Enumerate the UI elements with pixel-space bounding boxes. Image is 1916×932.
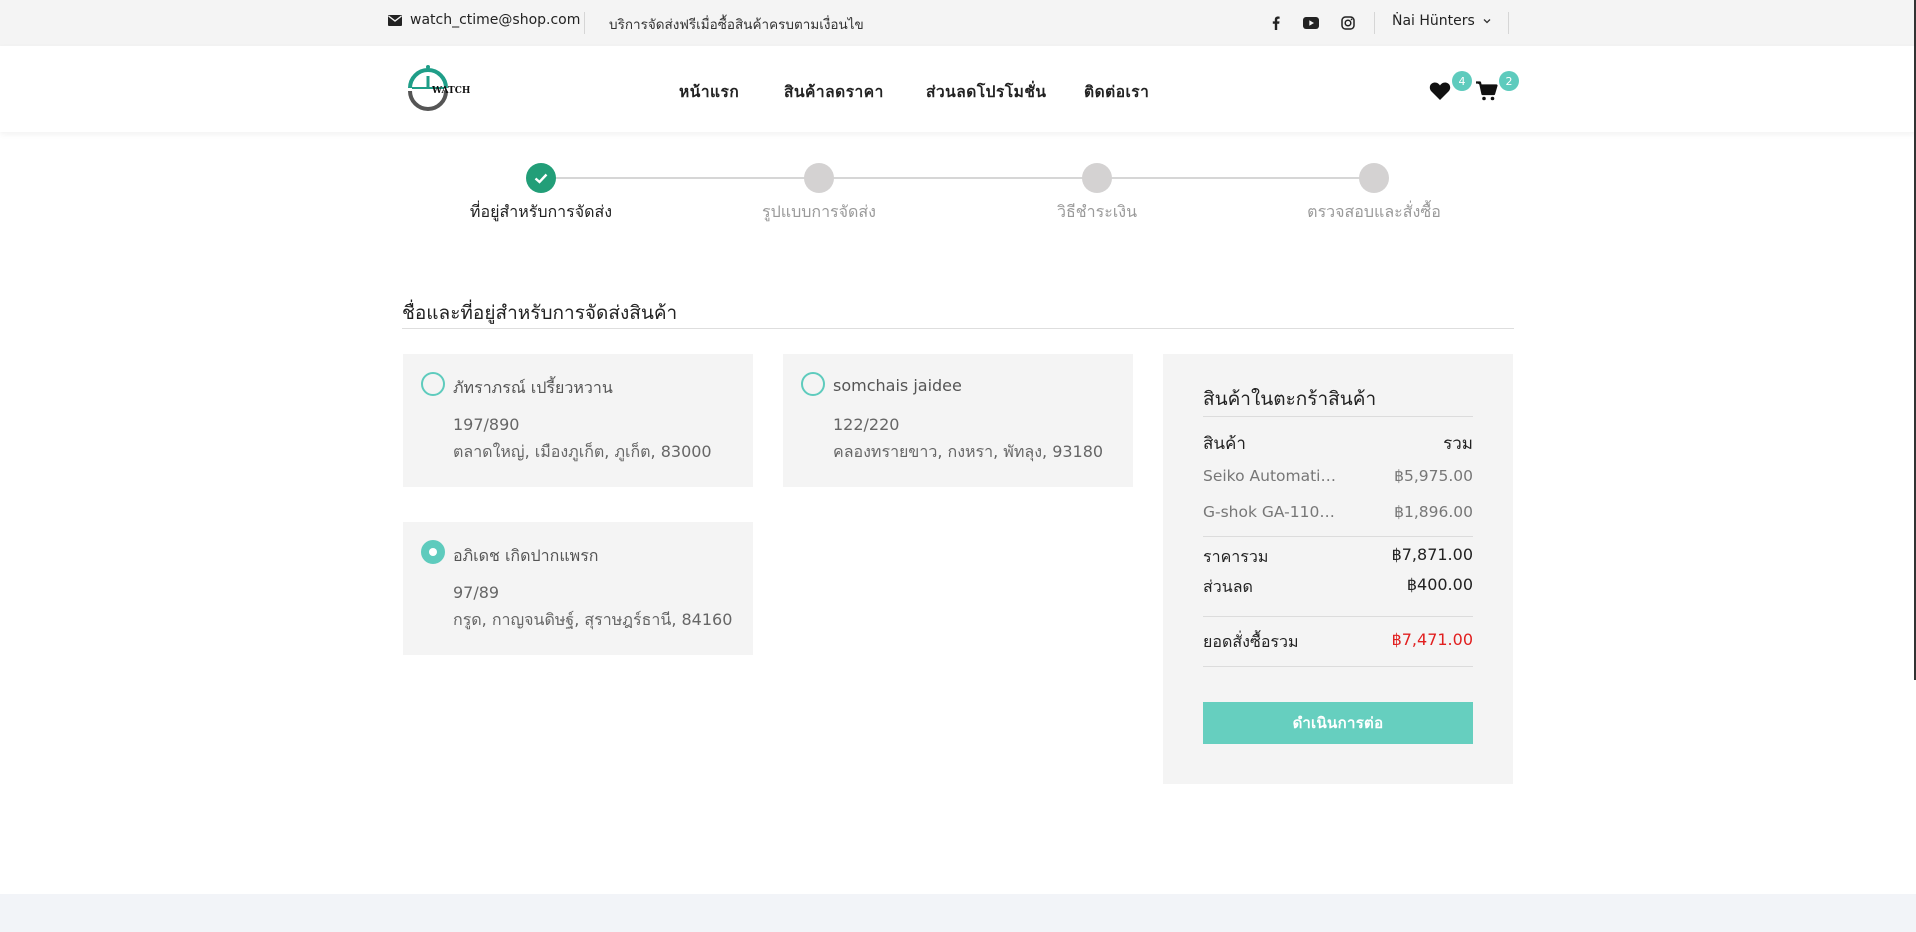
instagram-icon[interactable] xyxy=(1338,13,1358,33)
continue-button[interactable]: ดำเนินการต่อ xyxy=(1203,702,1473,744)
col-total-header: รวม xyxy=(1443,434,1473,454)
heart-icon xyxy=(1429,82,1451,100)
contact-email[interactable]: watch_ctime@shop.com xyxy=(388,12,580,28)
step-1-label: ที่อยู่สำหรับการจัดส่ง xyxy=(469,202,613,221)
nav-promotion[interactable]: ส่วนลดโปรโมชั่น xyxy=(926,79,1046,104)
divider xyxy=(1203,536,1473,537)
subtotal-label: ราคารวม xyxy=(1203,547,1269,566)
discount-label: ส่วนลด xyxy=(1203,577,1253,596)
envelope-icon xyxy=(388,14,402,26)
address-line2: คลองทรายขาว, กงหรา, พัทลุง, 93180 xyxy=(833,442,1104,461)
site-logo[interactable]: WATCH xyxy=(404,64,472,114)
cart-item-price: ฿5,975.00 xyxy=(1394,467,1473,485)
col-product-header: สินค้า xyxy=(1203,434,1246,454)
step-4-label: ตรวจสอบและสั่งซื้อ xyxy=(1307,202,1441,221)
subtotal-value: ฿7,871.00 xyxy=(1391,545,1473,564)
address-radio[interactable] xyxy=(801,372,825,396)
contact-email-text: watch_ctime@shop.com xyxy=(410,12,581,28)
wishlist-button[interactable]: 4 xyxy=(1429,71,1472,105)
nav-home[interactable]: หน้าแรก xyxy=(679,79,739,104)
divider xyxy=(1374,12,1375,34)
youtube-icon[interactable] xyxy=(1301,13,1321,33)
footer xyxy=(0,894,1916,932)
shipping-notice: บริการจัดส่งฟรีเมื่อซื้อสินค้าครบตามเงื่… xyxy=(609,17,864,33)
step-connector xyxy=(833,177,1093,179)
section-title: ชื่อและที่อยู่สำหรับการจัดส่งสินค้า xyxy=(402,302,678,324)
address-line1: 122/220 xyxy=(833,415,900,434)
facebook-icon[interactable] xyxy=(1266,13,1286,33)
address-card-selected[interactable]: อภิเดช เกิดปากแพรก 97/89 กรูด, กาญจนดิษฐ… xyxy=(403,522,753,655)
divider xyxy=(1508,12,1509,34)
user-menu[interactable]: Ṅai Hünters xyxy=(1392,13,1491,29)
address-line1: 97/89 xyxy=(453,583,500,602)
address-line2: ตลาดใหญ่, เมืองภูเก็ต, ภูเก็ต, 83000 xyxy=(453,442,712,461)
address-radio-checked[interactable] xyxy=(421,540,445,564)
step-3-label: วิธีชำระเงิน xyxy=(1057,202,1137,221)
step-connector xyxy=(555,177,815,179)
logo-text: WATCH xyxy=(432,86,471,96)
main-header: WATCH หน้าแรก สินค้าลดราคา ส่วนลดโปรโมชั… xyxy=(0,46,1916,132)
address-line2: กรูด, กาญจนดิษฐ์, สุราษฎร์ธานี, 84160 xyxy=(453,610,733,629)
divider xyxy=(1203,416,1473,417)
address-name: ภัทราภรณ์ เปรี้ยวหวาน xyxy=(453,378,613,397)
address-line1: 197/890 xyxy=(453,415,520,434)
discount-value: ฿400.00 xyxy=(1406,575,1473,594)
address-card[interactable]: somchais jaidee 122/220 คลองทรายขาว, กงห… xyxy=(783,354,1133,487)
grand-total-row: ยอดสั่งซื้อรวม ฿7,471.00 xyxy=(1203,630,1473,655)
discount-row: ส่วนลด ฿400.00 xyxy=(1203,575,1473,600)
chevron-down-icon xyxy=(1483,19,1491,24)
cart-count-badge: 2 xyxy=(1499,71,1519,91)
cart-summary: สินค้าในตะกร้าสินค้า สินค้า รวม Seiko Au… xyxy=(1163,354,1513,784)
step-3-dot xyxy=(1082,163,1112,193)
subtotal-row: ราคารวม ฿7,871.00 xyxy=(1203,545,1473,570)
cart-item-name: G-shok GA-110RD... xyxy=(1203,503,1338,521)
step-2-dot xyxy=(804,163,834,193)
address-card[interactable]: ภัทราภรณ์ เปรี้ยวหวาน 197/890 ตลาดใหญ่, … xyxy=(403,354,753,487)
cart-header-row: สินค้า รวม xyxy=(1203,430,1473,457)
wishlist-count-badge: 4 xyxy=(1452,71,1472,91)
address-name: somchais jaidee xyxy=(833,376,962,395)
divider xyxy=(1203,616,1473,617)
address-radio[interactable] xyxy=(421,372,445,396)
cart-button[interactable]: 2 xyxy=(1476,71,1519,105)
step-connector xyxy=(1111,177,1371,179)
grand-total-value: ฿7,471.00 xyxy=(1391,630,1473,649)
cart-item-price: ฿1,896.00 xyxy=(1394,503,1473,521)
top-bar: watch_ctime@shop.com บริการจัดส่งฟรีเมื่… xyxy=(0,0,1916,46)
nav-contact[interactable]: ติดต่อเรา xyxy=(1084,79,1149,104)
step-2-label: รูปแบบการจัดส่ง xyxy=(762,202,876,221)
step-4-dot xyxy=(1359,163,1389,193)
divider xyxy=(584,12,585,34)
divider xyxy=(1203,666,1473,667)
user-name: Ṅai Hünters xyxy=(1392,13,1475,29)
cart-item-row: G-shok GA-110RD... ฿1,896.00 xyxy=(1203,503,1473,521)
cart-item-name: Seiko Automatic... xyxy=(1203,467,1338,485)
grand-total-label: ยอดสั่งซื้อรวม xyxy=(1203,632,1299,651)
address-name: อภิเดช เกิดปากแพรก xyxy=(453,546,599,565)
cart-summary-title: สินค้าในตะกร้าสินค้า xyxy=(1203,388,1377,410)
cart-icon xyxy=(1476,81,1498,101)
nav-sale[interactable]: สินค้าลดราคา xyxy=(784,79,884,104)
check-icon xyxy=(534,173,548,184)
section-divider xyxy=(402,328,1514,329)
cart-item-row: Seiko Automatic... ฿5,975.00 xyxy=(1203,467,1473,485)
step-1-dot xyxy=(526,163,556,193)
